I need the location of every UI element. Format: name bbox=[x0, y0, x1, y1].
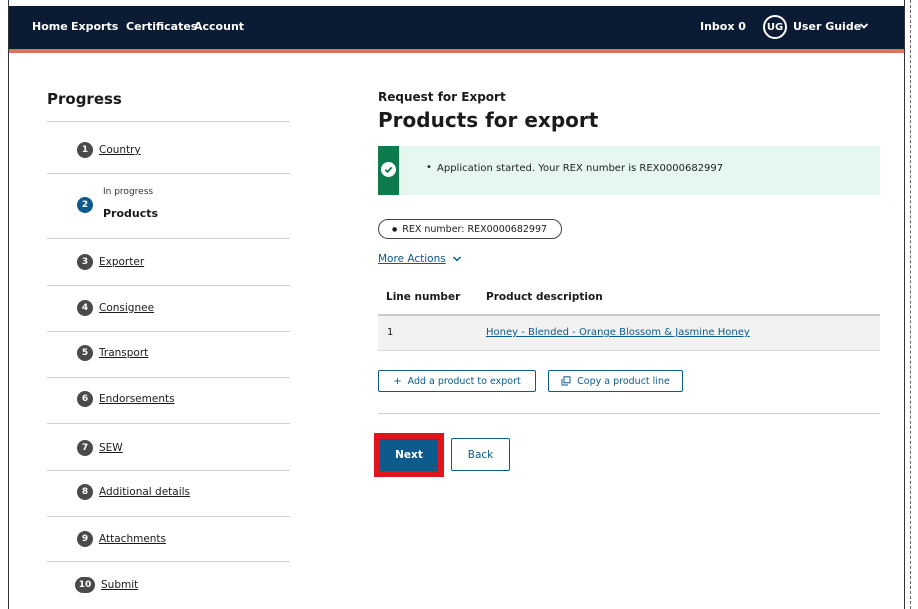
step-number-badge: 1 bbox=[77, 142, 93, 158]
step-attachments-link[interactable]: Attachments bbox=[99, 533, 166, 545]
page-kicker: Request for Export bbox=[378, 90, 506, 104]
step-exporter-link[interactable]: Exporter bbox=[99, 256, 144, 268]
step-products: 2 bbox=[77, 196, 93, 214]
check-icon bbox=[381, 162, 396, 177]
progress-divider bbox=[47, 285, 290, 286]
frame-top bbox=[8, 0, 905, 5]
more-actions-toggle[interactable]: More Actions bbox=[378, 253, 462, 265]
progress-divider bbox=[47, 173, 290, 174]
table-row: 1 Honey - Blended - Orange Blossom & Jas… bbox=[378, 316, 880, 351]
avatar[interactable]: UG bbox=[763, 15, 787, 39]
copy-line-label: Copy a product line bbox=[577, 375, 670, 387]
step-number-badge: 7 bbox=[77, 440, 93, 456]
plus-icon: + bbox=[393, 375, 402, 387]
progress-divider bbox=[47, 238, 290, 239]
step-number-badge: 8 bbox=[77, 484, 93, 500]
step-current-label: Products bbox=[103, 207, 159, 220]
frame-left-border bbox=[8, 0, 9, 609]
nav-accent-stripe bbox=[9, 49, 904, 53]
chevron-down-icon bbox=[452, 256, 461, 262]
add-product-button[interactable]: + Add a product to export bbox=[378, 370, 536, 392]
column-header-product-description: Product description bbox=[486, 291, 603, 303]
column-header-line-number: Line number bbox=[386, 291, 461, 303]
nav-certificates[interactable]: Certificates bbox=[126, 20, 197, 33]
more-actions-label: More Actions bbox=[378, 253, 446, 265]
progress-divider bbox=[47, 516, 290, 517]
step-transport-link[interactable]: Transport bbox=[99, 347, 148, 359]
nav-home[interactable]: Home bbox=[32, 20, 68, 33]
success-alert: Application started. Your REX number is … bbox=[378, 146, 880, 195]
step-number-badge: 9 bbox=[77, 531, 93, 547]
progress-divider bbox=[47, 121, 290, 122]
copy-icon bbox=[561, 376, 571, 386]
step-country-link[interactable]: Country bbox=[99, 144, 141, 156]
progress-title: Progress bbox=[47, 90, 122, 108]
rex-number-pill: REX number: REX0000682997 bbox=[378, 219, 562, 239]
step-attachments[interactable]: 9 Attachments bbox=[77, 530, 166, 548]
user-menu-name[interactable]: User Guide bbox=[793, 20, 861, 33]
step-additional-details-link[interactable]: Additional details bbox=[99, 486, 190, 498]
copy-product-line-button[interactable]: Copy a product line bbox=[548, 370, 683, 392]
step-number-badge: 3 bbox=[77, 254, 93, 270]
inbox-link[interactable]: Inbox 0 bbox=[700, 20, 746, 33]
step-status-label: In progress bbox=[103, 187, 154, 197]
main-divider bbox=[378, 413, 880, 414]
step-endorsements-link[interactable]: Endorsements bbox=[99, 393, 175, 405]
step-endorsements[interactable]: 6 Endorsements bbox=[77, 390, 175, 408]
progress-divider bbox=[47, 377, 290, 378]
progress-divider bbox=[47, 561, 290, 562]
add-product-label: Add a product to export bbox=[407, 375, 521, 387]
frame-dashed-edge bbox=[910, 0, 911, 609]
row-line-number: 1 bbox=[387, 327, 394, 338]
step-number-badge: 4 bbox=[77, 300, 93, 316]
nav-account[interactable]: Account bbox=[194, 20, 244, 33]
step-transport[interactable]: 5 Transport bbox=[77, 344, 148, 362]
step-additional-details[interactable]: 8 Additional details bbox=[77, 483, 190, 501]
alert-message: Application started. Your REX number is … bbox=[426, 162, 723, 174]
product-description-link[interactable]: Honey - Blended - Orange Blossom & Jasmi… bbox=[486, 327, 750, 338]
nav-exports[interactable]: Exports bbox=[71, 20, 118, 33]
step-submit-link[interactable]: Submit bbox=[101, 579, 138, 591]
next-button[interactable]: Next bbox=[380, 439, 438, 471]
page-title: Products for export bbox=[378, 108, 599, 132]
step-number-badge-active: 2 bbox=[77, 197, 93, 213]
step-sew[interactable]: 7 SEW bbox=[77, 439, 123, 457]
back-button[interactable]: Back bbox=[451, 438, 510, 471]
progress-divider bbox=[47, 423, 290, 424]
progress-divider bbox=[47, 470, 290, 471]
step-number-badge: 5 bbox=[77, 345, 93, 361]
step-number-badge: 10 bbox=[75, 577, 95, 593]
step-consignee-link[interactable]: Consignee bbox=[99, 302, 154, 314]
step-exporter[interactable]: 3 Exporter bbox=[77, 253, 144, 271]
frame-right-border bbox=[904, 0, 905, 609]
step-country[interactable]: 1 Country bbox=[77, 141, 141, 159]
step-number-badge: 6 bbox=[77, 391, 93, 407]
step-consignee[interactable]: 4 Consignee bbox=[77, 299, 154, 317]
chevron-down-icon[interactable] bbox=[859, 21, 869, 31]
progress-divider bbox=[47, 331, 290, 332]
step-sew-link[interactable]: SEW bbox=[99, 442, 123, 454]
step-submit[interactable]: 10 Submit bbox=[75, 576, 138, 594]
top-navigation: Home Exports Certificates Account Inbox … bbox=[9, 6, 904, 49]
